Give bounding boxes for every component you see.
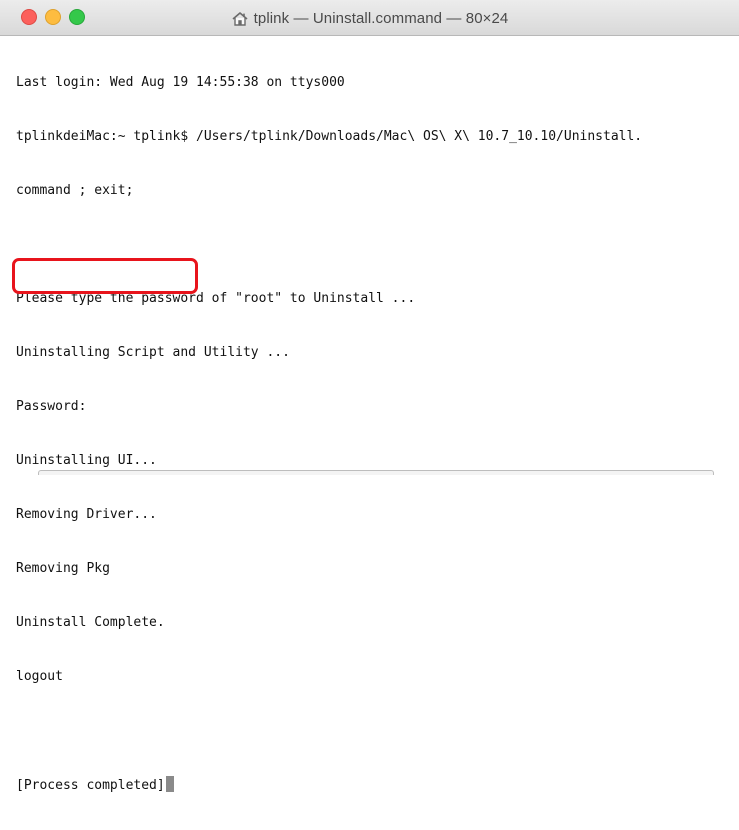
process-status: [Process completed] xyxy=(16,778,165,793)
terminal-line: logout xyxy=(16,669,63,684)
terminal-output[interactable]: Last login: Wed Aug 19 14:55:38 on ttys0… xyxy=(16,38,731,830)
terminal-line: command ; exit; xyxy=(16,183,134,198)
terminal-line: Removing Driver... xyxy=(16,507,157,522)
text-cursor xyxy=(165,776,174,792)
terminal-line: Uninstalling UI... xyxy=(16,453,157,468)
window-title: tplink — Uninstall.command — 80×24 xyxy=(253,9,509,27)
window-title-container: tplink — Uninstall.command — 80×24 xyxy=(0,0,739,36)
terminal-window: tplink — Uninstall.command — 80×24 Last … xyxy=(0,0,739,793)
window-bottom-edge xyxy=(38,470,714,475)
terminal-line: Uninstalling Script and Utility ... xyxy=(16,345,290,360)
terminal-line: tplinkdeiMac:~ tplink$ /Users/tplink/Dow… xyxy=(16,129,643,144)
process-status-line: [Process completed] xyxy=(16,776,731,794)
terminal-line: Password: xyxy=(16,399,87,414)
terminal-line: Last login: Wed Aug 19 14:55:38 on ttys0… xyxy=(16,75,345,90)
title-bar[interactable]: tplink — Uninstall.command — 80×24 xyxy=(0,0,739,36)
process-completed-highlight xyxy=(12,258,198,294)
home-icon xyxy=(231,11,249,27)
terminal-line: Uninstall Complete. xyxy=(16,615,165,630)
terminal-line: Removing Pkg xyxy=(16,561,110,576)
